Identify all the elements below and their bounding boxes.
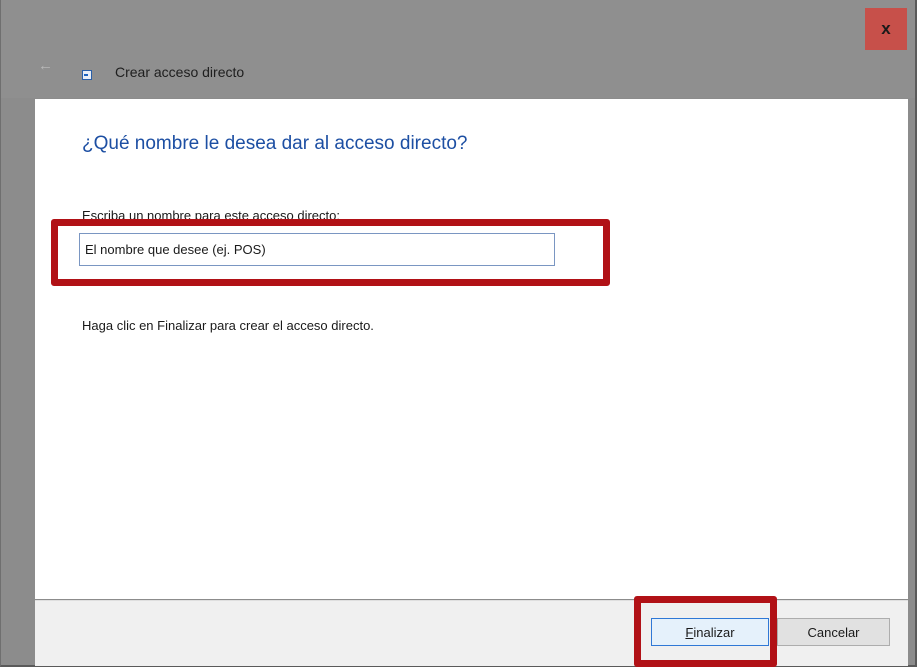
finish-hint-text: Haga clic en Finalizar para crear el acc…: [82, 318, 374, 333]
dialog-window: x ← Crear acceso directo ¿Qué nombre le …: [0, 0, 917, 667]
button-bar: Finalizar Cancelar: [35, 600, 908, 666]
shortcut-name-label: Escriba un nombre para este acceso direc…: [82, 208, 340, 223]
close-button[interactable]: x: [865, 8, 907, 50]
window-title: Crear acceso directo: [115, 64, 245, 80]
back-arrow-icon[interactable]: ←: [38, 58, 54, 74]
close-icon: x: [881, 19, 891, 38]
main-instruction: ¿Qué nombre le desea dar al acceso direc…: [82, 133, 468, 154]
finish-button[interactable]: Finalizar: [651, 618, 769, 646]
shortcut-wizard-icon: [82, 70, 92, 80]
finish-label: inalizar: [693, 624, 735, 640]
cancel-button[interactable]: Cancelar: [777, 618, 890, 646]
title-bar: x ← Crear acceso directo: [1, 0, 915, 98]
wizard-content: ¿Qué nombre le desea dar al acceso direc…: [35, 99, 908, 599]
shortcut-name-input[interactable]: [79, 233, 555, 266]
finish-accelerator: F: [685, 624, 694, 640]
